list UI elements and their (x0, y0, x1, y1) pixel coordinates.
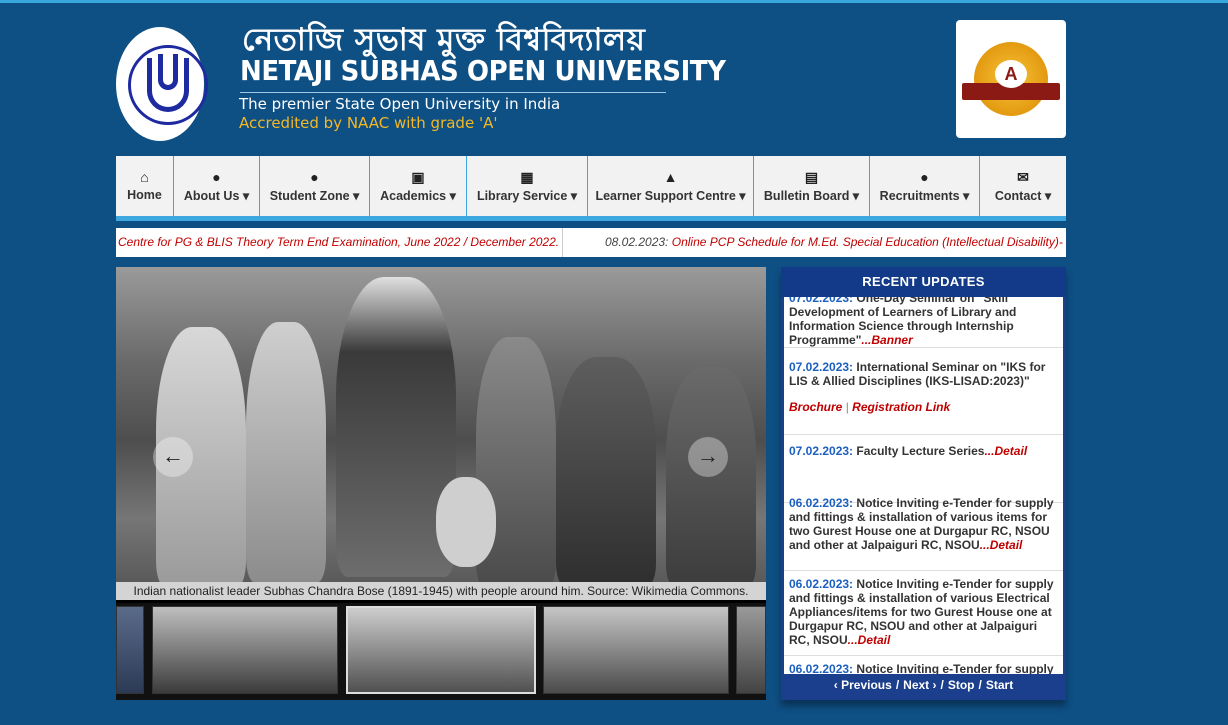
recent-updates-list: 07.02.2023: One-Day Seminar on "Skill De… (784, 297, 1063, 674)
header-divider (240, 92, 666, 93)
recent-updates-panel: RECENT UPDATES 07.02.2023: One-Day Semin… (781, 267, 1066, 700)
control-separator: / (978, 678, 982, 692)
ticker-separator (562, 228, 563, 257)
update-date: 07.02.2023: (789, 444, 854, 458)
slider-next-arrow[interactable]: → (688, 437, 728, 477)
start-button[interactable]: Start (986, 678, 1013, 692)
update-link[interactable]: ...Detail (980, 538, 1023, 552)
tagline: The premier State Open University in Ind… (239, 95, 561, 113)
slide-thumbnail[interactable] (543, 606, 729, 694)
update-item[interactable]: 07.02.2023: One-Day Seminar on "Skill De… (784, 297, 1063, 348)
update-date: 07.02.2023: (789, 360, 854, 374)
ticker-item[interactable]: Centre for PG & BLIS Theory Term End Exa… (118, 235, 559, 249)
naac-grade: A (995, 60, 1027, 88)
update-date: 06.02.2023: (789, 662, 854, 674)
slide-thumbnail[interactable] (736, 606, 766, 694)
slide-thumbnail[interactable] (116, 606, 144, 694)
home-icon: ⌂ (140, 169, 149, 185)
main-navigation: ⌂ Home ● About Us ▾ ● Student Zone ▾ ▣ A… (116, 156, 1066, 216)
building-icon: ▲ (663, 168, 678, 185)
update-date: 06.02.2023: (789, 577, 854, 591)
top-accent-line (0, 0, 1228, 3)
nav-learner-support-centre[interactable]: ▲ Learner Support Centre ▾ (588, 156, 754, 216)
photo-figure (246, 322, 326, 582)
nav-library-service[interactable]: ▦ Library Service ▾ (467, 156, 588, 216)
slide-thumbnail[interactable] (152, 606, 338, 694)
nav-label: Home (127, 188, 162, 202)
next-button[interactable]: Next › (903, 678, 936, 692)
update-text: Notice Inviting e-Tender for supply (856, 662, 1054, 674)
stop-button[interactable]: Stop (948, 678, 975, 692)
previous-button[interactable]: ‹ Previous (834, 678, 892, 692)
users-icon: ● (212, 168, 221, 185)
update-link[interactable]: ...Detail (984, 444, 1027, 458)
nav-label: Academics ▾ (380, 188, 456, 203)
nav-label: Library Service ▾ (476, 188, 578, 203)
update-text: Faculty Lecture Series (856, 444, 985, 458)
control-separator: / (895, 678, 900, 692)
ticker-item[interactable]: 08.02.2023: Online PCP Schedule for M.Ed… (605, 235, 1063, 249)
ticker-date: 08.02.2023: (605, 235, 669, 249)
photo-garland (436, 477, 496, 567)
recruit-icon: ● (920, 168, 929, 185)
envelope-icon: ✉ (1017, 168, 1029, 185)
nav-contact[interactable]: ✉ Contact ▾ (980, 156, 1066, 216)
registration-link[interactable]: Registration Link (852, 400, 950, 414)
recent-updates-title: RECENT UPDATES (781, 267, 1066, 297)
update-link[interactable]: ...Banner (861, 333, 912, 347)
update-date: 07.02.2023: (789, 297, 854, 305)
nav-recruitments[interactable]: ● Recruitments ▾ (870, 156, 980, 216)
nav-label: Student Zone ▾ (269, 188, 360, 203)
brochure-link[interactable]: Brochure (789, 400, 842, 414)
update-item[interactable]: 07.02.2023: International Seminar on "IK… (784, 359, 1063, 435)
book-icon: ▣ (411, 168, 425, 185)
updates-controls: ‹ Previous / Next › / Stop / Start (781, 674, 1066, 696)
nav-label: Contact ▾ (994, 188, 1052, 203)
news-ticker[interactable]: Centre for PG & BLIS Theory Term End Exa… (116, 228, 1066, 257)
control-separator: / (940, 678, 944, 692)
nav-academics[interactable]: ▣ Academics ▾ (370, 156, 467, 216)
update-link[interactable]: ...Detail (848, 633, 891, 647)
nav-underline (116, 216, 1066, 221)
nav-bulletin-board[interactable]: ▤ Bulletin Board ▾ (754, 156, 870, 216)
update-item[interactable]: 06.02.2023: Notice Inviting e-Tender for… (784, 661, 1063, 674)
thumbnail-strip (116, 603, 766, 700)
nav-student-zone[interactable]: ● Student Zone ▾ (260, 156, 370, 216)
link-separator: | (845, 400, 849, 414)
student-icon: ● (310, 168, 319, 185)
library-icon: ▦ (520, 168, 534, 185)
update-item[interactable]: 06.02.2023: Notice Inviting e-Tender for… (784, 495, 1063, 571)
logo-emblem-inner (158, 54, 178, 90)
nav-label: Learner Support Centre ▾ (595, 188, 746, 203)
update-item[interactable]: 06.02.2023: Notice Inviting e-Tender for… (784, 576, 1063, 656)
nav-label: Recruitments ▾ (879, 188, 970, 203)
slider-prev-arrow[interactable]: ← (153, 437, 193, 477)
naac-label: NAAC (996, 92, 1026, 103)
board-icon: ▤ (804, 168, 819, 185)
slide-thumbnail-active[interactable] (346, 606, 536, 694)
slide-caption: Indian nationalist leader Subhas Chandra… (116, 582, 766, 600)
accreditation-text: Accredited by NAAC with grade 'A' (239, 114, 498, 132)
update-item[interactable]: 07.02.2023: Faculty Lecture Series...Det… (784, 443, 1063, 503)
ticker-text: Online PCP Schedule for M.Ed. Special Ed… (671, 235, 1063, 249)
nav-about-us[interactable]: ● About Us ▾ (174, 156, 260, 216)
image-slider: ← → Indian nationalist leader Subhas Cha… (116, 267, 766, 700)
university-name: NETAJI SUBHAS OPEN UNIVERSITY (240, 54, 726, 87)
update-date: 06.02.2023: (789, 496, 854, 510)
slide-photo (116, 267, 766, 582)
nav-home[interactable]: ⌂ Home (116, 156, 174, 216)
nav-label: About Us ▾ (183, 188, 250, 203)
photo-figure (556, 357, 656, 582)
nav-label: Bulletin Board ▾ (763, 188, 860, 203)
